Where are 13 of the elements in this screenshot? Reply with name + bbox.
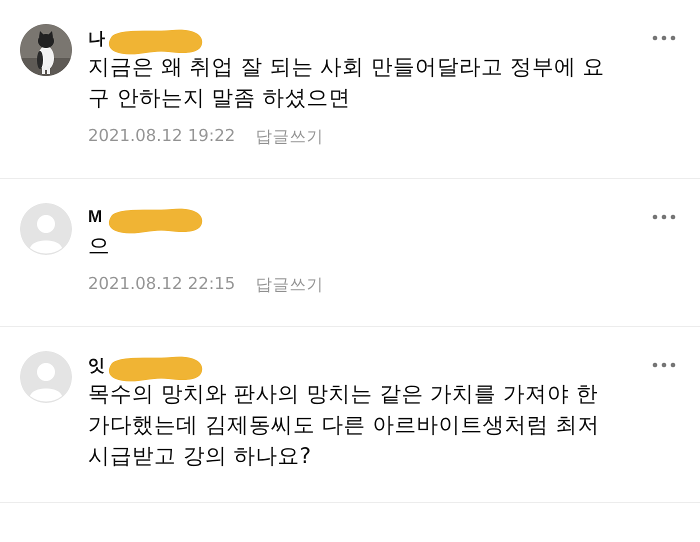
more-icon[interactable]: [652, 214, 676, 220]
avatar-icon: [20, 203, 72, 255]
comment-text: 지금은 왜 취업 잘 되는 사회 만들어달라고 정부에 요 구 안하는지 말좀 하셨으면: [88, 54, 606, 113]
avatar-icon: [20, 351, 72, 403]
comment-text: 목수의 망치와 판사의 망치는 같은 가치를 가져야 한 가다했는데 김제동씨도 다른 아르바이트생처럼 최저 시급받고 강의 하나요?: [88, 381, 600, 471]
user-name[interactable]: 나: [88, 26, 105, 50]
user-name[interactable]: 잇: [88, 354, 105, 376]
more-icon[interactable]: [652, 362, 676, 368]
user-name[interactable]: M: [88, 207, 102, 227]
timestamp: 2021.08.12 19:22: [88, 126, 236, 147]
comment-text: 으: [88, 233, 111, 261]
timestamp: 2021.08.12 22:15: [88, 274, 236, 295]
more-icon[interactable]: [652, 35, 676, 41]
